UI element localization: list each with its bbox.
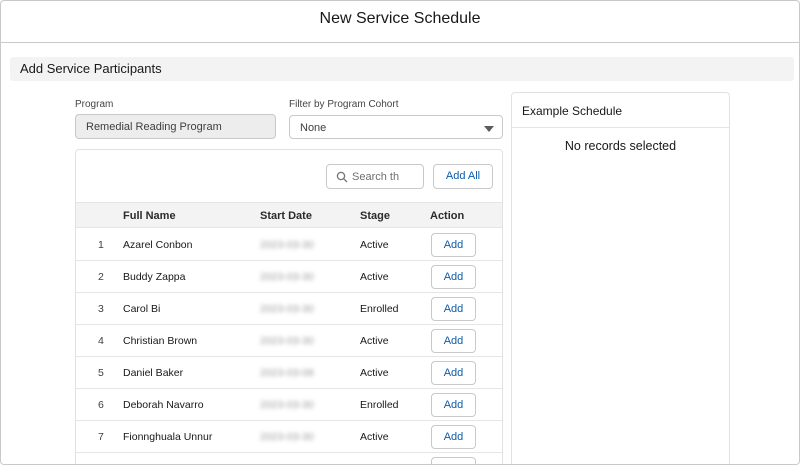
add-button[interactable]: Add	[431, 329, 476, 353]
cohort-filter-label: Filter by Program Cohort	[289, 99, 399, 110]
table-row	[76, 453, 502, 464]
column-header-action: Action	[430, 210, 465, 222]
stage: Active	[360, 367, 389, 379]
row-number: 5	[98, 367, 104, 379]
empty-state-message: No records selected	[564, 139, 677, 153]
full-name: Daniel Baker	[123, 367, 184, 379]
stage: Enrolled	[360, 399, 399, 411]
add-button[interactable]: Add	[431, 233, 476, 257]
table-row: 2 Buddy Zappa 2023-03-30 Active Add	[76, 261, 502, 293]
add-button[interactable]: Add	[431, 297, 476, 321]
section-title: Add Service Participants	[20, 61, 162, 76]
search-icon	[336, 171, 348, 183]
start-date: 2023-03-30	[260, 303, 314, 315]
full-name: Carol Bi	[123, 303, 161, 315]
table-header: Full Name Start Date Stage Action	[76, 202, 502, 228]
column-header-stage: Stage	[360, 210, 390, 222]
table-row: 6 Deborah Navarro 2023-03-30 Enrolled Ad…	[76, 389, 502, 421]
start-date: 2023-03-30	[260, 399, 314, 411]
stage: Active	[360, 271, 389, 283]
row-number: 1	[98, 239, 104, 251]
chevron-down-icon	[484, 126, 494, 132]
add-button-partial[interactable]	[431, 457, 476, 464]
full-name: Buddy Zappa	[123, 271, 186, 283]
start-date: 2023-03-30	[260, 271, 314, 283]
start-date: 2023-03-30	[260, 239, 314, 251]
example-schedule-title: Example Schedule	[522, 104, 623, 118]
stage: Active	[360, 335, 389, 347]
add-all-button[interactable]: Add All	[433, 164, 493, 189]
example-schedule-card: Example Schedule No records selected	[511, 92, 730, 464]
start-date: 2023-03-08	[260, 367, 314, 379]
row-number: 4	[98, 335, 104, 347]
section-header: Add Service Participants	[10, 57, 794, 81]
start-date: 2023-03-30	[260, 431, 314, 443]
program-label: Program	[75, 99, 114, 110]
table-row: 1 Azarel Conbon 2023-03-30 Active Add	[76, 229, 502, 261]
table-row: 5 Daniel Baker 2023-03-08 Active Add	[76, 357, 502, 389]
add-button[interactable]: Add	[431, 393, 476, 417]
column-header-full-name: Full Name	[123, 210, 176, 222]
program-field: Remedial Reading Program	[75, 114, 276, 139]
program-value: Remedial Reading Program	[86, 121, 222, 133]
search-placeholder: Search th	[352, 171, 400, 183]
full-name: Deborah Navarro	[123, 399, 204, 411]
stage: Enrolled	[360, 303, 399, 315]
stage: Active	[360, 239, 389, 251]
row-number: 3	[98, 303, 104, 315]
row-number: 7	[98, 431, 104, 443]
stage: Active	[360, 431, 389, 443]
table-row: 4 Christian Brown 2023-03-30 Active Add	[76, 325, 502, 357]
modal-window: New Service Schedule Add Service Partici…	[0, 0, 800, 465]
full-name: Azarel Conbon	[123, 239, 193, 251]
search-input[interactable]: Search th	[326, 164, 424, 189]
participants-card: Search th Add All Full Name Start Date S…	[75, 149, 503, 464]
modal-title: New Service Schedule	[319, 10, 481, 27]
row-number: 2	[98, 271, 104, 283]
row-number: 6	[98, 399, 104, 411]
add-button[interactable]: Add	[431, 265, 476, 289]
start-date: 2023-03-30	[260, 335, 314, 347]
add-button[interactable]: Add	[431, 425, 476, 449]
cohort-filter-value: None	[300, 122, 327, 134]
add-button[interactable]: Add	[431, 361, 476, 385]
table-row: 3 Carol Bi 2023-03-30 Enrolled Add	[76, 293, 502, 325]
cohort-filter-select[interactable]: None	[289, 115, 503, 139]
column-header-start-date: Start Date	[260, 210, 312, 222]
full-name: Christian Brown	[123, 335, 198, 347]
modal-header: New Service Schedule	[1, 1, 799, 43]
full-name: Fionnghuala Unnur	[123, 431, 213, 443]
example-schedule-header: Example Schedule	[512, 93, 729, 128]
table-row: 7 Fionnghuala Unnur 2023-03-30 Active Ad…	[76, 421, 502, 453]
